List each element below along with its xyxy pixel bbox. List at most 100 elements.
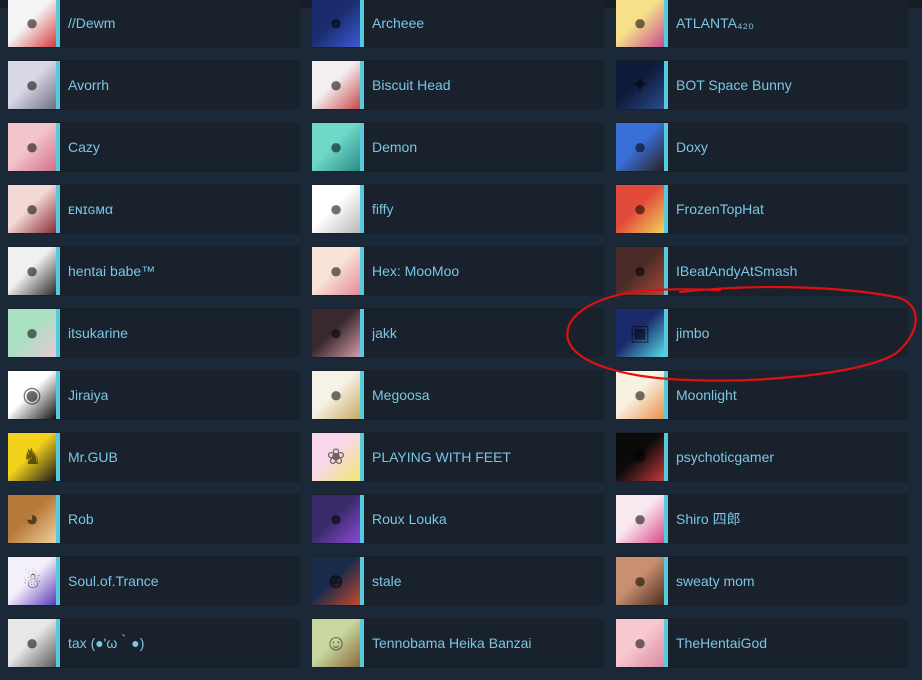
anime-avatar-icon: ● (25, 320, 39, 345)
online-status-bar (360, 309, 364, 357)
friend-avatar-frame: ● (8, 618, 60, 668)
friend-name: Moonlight (676, 387, 737, 403)
friend-avatar: ● (312, 247, 360, 295)
anime-avatar-icon: ● (633, 10, 647, 35)
friend-avatar-frame: ✹ (616, 432, 668, 482)
online-status-bar (56, 123, 60, 171)
friend-avatar-frame: ● (8, 122, 60, 172)
friend-name: sweaty mom (676, 573, 755, 589)
game-avatar-icon: ▣ (629, 320, 651, 345)
friend-card[interactable]: ● ᴇɴɪɢᴍα (8, 184, 300, 234)
online-status-bar (56, 185, 60, 233)
friend-card[interactable]: ● sweaty mom (616, 556, 908, 606)
friend-card[interactable]: ✹ psychoticgamer (616, 432, 908, 482)
online-status-bar (360, 0, 364, 47)
friend-card[interactable]: ● Doxy (616, 122, 908, 172)
friend-card[interactable]: ● TheHentaiGod (616, 618, 908, 668)
online-status-bar (360, 495, 364, 543)
online-status-bar (56, 61, 60, 109)
online-status-bar (664, 185, 668, 233)
friend-avatar: ☃ (8, 557, 56, 605)
friend-card[interactable]: ● jakk (312, 308, 604, 358)
online-status-bar (664, 371, 668, 419)
friend-card[interactable]: ☻ stale (312, 556, 604, 606)
friend-avatar-frame: ● (616, 184, 668, 234)
friend-avatar: ● (8, 123, 56, 171)
friend-card[interactable]: ☺ Tennobama Heika Banzai (312, 618, 604, 668)
anime-avatar-icon: ● (329, 10, 343, 35)
friend-card[interactable]: ● Biscuit Head (312, 60, 604, 110)
friend-name: psychoticgamer (676, 449, 775, 465)
friend-name: jimbo (676, 325, 710, 341)
friend-card[interactable]: ◕ Rob (8, 494, 300, 544)
friend-name: jakk (372, 325, 397, 341)
friend-name: Avorrh (68, 77, 109, 93)
online-status-bar (360, 123, 364, 171)
friend-avatar: ✦ (616, 61, 664, 109)
friend-card[interactable]: ● Roux Louka (312, 494, 604, 544)
friend-avatar-frame: ● (8, 246, 60, 296)
friend-card[interactable]: ● //Dewm (8, 0, 300, 48)
friend-card[interactable]: ◉ Jiraiya (8, 370, 300, 420)
friend-avatar-frame: ● (312, 246, 364, 296)
friend-name: itsukarine (68, 325, 128, 341)
friend-avatar: ● (312, 371, 360, 419)
friend-card[interactable]: ❀ PLAYING WITH FEET (312, 432, 604, 482)
friend-card[interactable]: ● Avorrh (8, 60, 300, 110)
friend-card[interactable]: ● Archeee (312, 0, 604, 48)
friend-card[interactable]: ✦ BOT Space Bunny (616, 60, 908, 110)
friend-name: Tennobama Heika Banzai (372, 635, 532, 651)
friend-card[interactable]: ● Megoosa (312, 370, 604, 420)
online-status-bar (360, 185, 364, 233)
online-status-bar (664, 309, 668, 357)
online-status-bar (664, 619, 668, 667)
anime-avatar-icon: ● (329, 382, 343, 407)
friend-card[interactable]: ♞ Mr.GUB (8, 432, 300, 482)
friend-card[interactable]: ● hentai babe™ (8, 246, 300, 296)
friend-name: Doxy (676, 139, 708, 155)
anime-avatar-icon: ● (329, 506, 343, 531)
anime-avatar-icon: ● (633, 196, 647, 221)
text-avatar-icon: ✦ (630, 72, 650, 97)
friend-name: stale (372, 573, 402, 589)
friend-card[interactable]: ● FrozenTopHat (616, 184, 908, 234)
friend-card[interactable]: ● Demon (312, 122, 604, 172)
dog-avatar-icon: ◕ (25, 506, 39, 531)
friend-card[interactable]: ● Hex: MooMoo (312, 246, 604, 296)
friend-avatar: ♞ (8, 433, 56, 481)
friend-card[interactable]: ☃ Soul.of.Trance (8, 556, 300, 606)
friend-avatar-frame: ● (312, 122, 364, 172)
friend-name: hentai babe™ (68, 263, 156, 279)
online-status-bar (664, 433, 668, 481)
friend-card[interactable]: ● fiffy (312, 184, 604, 234)
friend-avatar: ● (616, 619, 664, 667)
anime-avatar-icon: ● (25, 196, 39, 221)
friend-avatar: ● (312, 495, 360, 543)
pony-avatar-icon: ❀ (326, 444, 346, 469)
friend-avatar-frame: ● (616, 246, 668, 296)
anime-avatar-icon: ● (25, 134, 39, 159)
friend-avatar: ● (8, 247, 56, 295)
friend-avatar-frame: ◕ (8, 494, 60, 544)
friend-card[interactable]: ● ATLANTA₄₂₀ (616, 0, 908, 48)
friend-card[interactable]: ● itsukarine (8, 308, 300, 358)
online-status-bar (664, 247, 668, 295)
friend-avatar-frame: ❀ (312, 432, 364, 482)
friend-avatar-frame: ☃ (8, 556, 60, 606)
online-status-bar (360, 247, 364, 295)
friend-card[interactable]: ● Shiro 四郎 (616, 494, 908, 544)
friend-card[interactable]: ● Moonlight (616, 370, 908, 420)
friend-card[interactable]: ● tax (●'ω｀●) (8, 618, 300, 668)
online-status-bar (56, 247, 60, 295)
friend-card[interactable]: ● IBeatAndyAtSmash (616, 246, 908, 296)
friend-name: tax (●'ω｀●) (68, 635, 145, 651)
friend-avatar-frame: ● (8, 0, 60, 48)
friend-card[interactable]: ● Cazy (8, 122, 300, 172)
friend-name: BOT Space Bunny (676, 77, 792, 93)
person-avatar-icon: ● (329, 320, 343, 345)
friend-avatar: ● (8, 61, 56, 109)
friend-avatar: ● (312, 61, 360, 109)
friend-card[interactable]: ▣ jimbo (616, 308, 908, 358)
friend-avatar-frame: ● (8, 184, 60, 234)
friend-avatar: ● (616, 247, 664, 295)
